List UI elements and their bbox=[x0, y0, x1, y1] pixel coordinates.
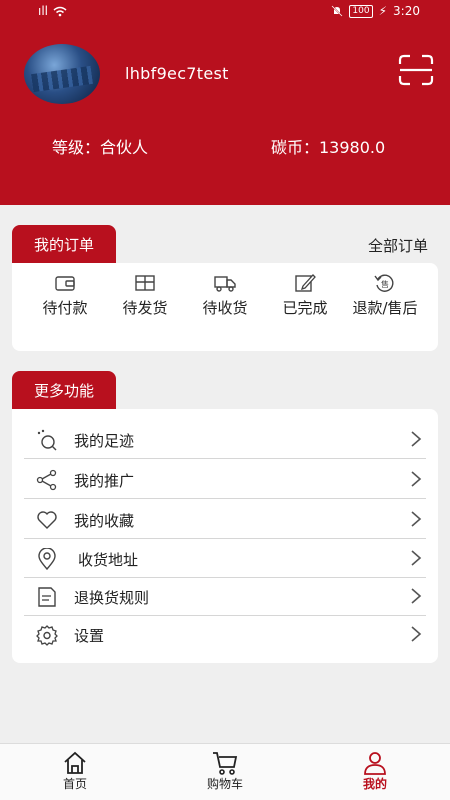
battery-icon: 100 bbox=[349, 4, 373, 18]
nav-label: 购物车 bbox=[206, 777, 243, 791]
package-icon bbox=[135, 275, 155, 291]
order-pending-receipt[interactable]: 待收货 bbox=[185, 273, 265, 319]
edit-icon bbox=[295, 274, 316, 292]
order-pending-payment[interactable]: 待付款 bbox=[25, 273, 105, 319]
signal-icon: ıll bbox=[38, 4, 49, 18]
bottom-nav: 首页 购物车 我的 bbox=[0, 743, 450, 800]
menu-promotion[interactable]: 我的推广 bbox=[24, 460, 426, 499]
nav-home[interactable]: 首页 bbox=[40, 750, 110, 792]
carbon-coins: 碳币：13980.0 bbox=[271, 138, 386, 157]
status-bar: ıll 100 ⚡ 3:20 bbox=[0, 0, 450, 24]
chevron-right-icon bbox=[411, 550, 422, 566]
order-refund[interactable]: 售 退款/售后 bbox=[345, 273, 425, 319]
charging-icon: ⚡ bbox=[378, 4, 388, 18]
truck-icon bbox=[214, 276, 236, 292]
avatar[interactable] bbox=[24, 44, 100, 104]
nav-mine[interactable]: 我的 bbox=[340, 750, 410, 792]
nav-cart[interactable]: 购物车 bbox=[190, 750, 260, 792]
all-orders-link[interactable]: 全部订单 bbox=[368, 235, 428, 256]
location-icon bbox=[38, 548, 56, 570]
profile-header: ıll 100 ⚡ 3:20 lhbf9ec7test 等级：合伙人 碳币：13… bbox=[0, 0, 450, 205]
menu-footprint[interactable]: 我的足迹 bbox=[24, 420, 426, 459]
menu-label: 我的推广 bbox=[74, 472, 135, 490]
chevron-right-icon bbox=[411, 626, 422, 642]
menu-return-rules[interactable]: 退换货规则 bbox=[24, 577, 426, 616]
order-label: 待付款 bbox=[42, 299, 88, 317]
menu-address[interactable]: 收货地址 bbox=[24, 539, 426, 578]
menu-label: 退换货规则 bbox=[74, 589, 150, 607]
home-icon bbox=[64, 751, 86, 774]
menu-label: 收货地址 bbox=[78, 551, 139, 569]
more-section-title: 更多功能 bbox=[12, 371, 117, 411]
order-label: 待发货 bbox=[122, 299, 168, 317]
mute-bell-icon bbox=[331, 5, 343, 17]
member-level: 等级：合伙人 bbox=[52, 138, 149, 157]
user-icon bbox=[364, 752, 386, 775]
share-icon bbox=[36, 469, 57, 491]
footprint-icon bbox=[37, 429, 57, 451]
svg-text:售: 售 bbox=[381, 279, 389, 289]
chevron-right-icon bbox=[411, 511, 422, 527]
order-pending-shipment[interactable]: 待发货 bbox=[105, 273, 185, 319]
menu-label: 设置 bbox=[74, 627, 105, 645]
chevron-right-icon bbox=[411, 588, 422, 604]
order-label: 退款/售后 bbox=[352, 299, 418, 317]
order-label: 已完成 bbox=[282, 299, 328, 317]
orders-card: 待付款 待发货 待收货 已完成 售 退款/售后 bbox=[12, 263, 438, 351]
heart-icon bbox=[37, 511, 57, 529]
nav-label: 首页 bbox=[62, 777, 87, 791]
scan-icon[interactable] bbox=[398, 54, 434, 86]
wallet-icon bbox=[55, 276, 75, 291]
orders-section-title: 我的订单 bbox=[12, 225, 117, 265]
refund-icon: 售 bbox=[374, 274, 394, 292]
gear-icon bbox=[36, 625, 58, 646]
order-completed[interactable]: 已完成 bbox=[265, 273, 345, 319]
menu-settings[interactable]: 设置 bbox=[24, 615, 426, 654]
menu-label: 我的收藏 bbox=[74, 512, 135, 530]
nav-label: 我的 bbox=[362, 777, 387, 791]
status-time: 3:20 bbox=[393, 4, 420, 18]
order-label: 待收货 bbox=[202, 299, 248, 317]
wifi-icon bbox=[53, 6, 67, 16]
chevron-right-icon bbox=[411, 471, 422, 487]
more-card: 我的足迹 我的推广 我的收藏 收货地址 退换货规则 设置 bbox=[12, 409, 438, 663]
document-icon bbox=[38, 587, 56, 607]
menu-favorites[interactable]: 我的收藏 bbox=[24, 500, 426, 539]
cart-icon bbox=[213, 752, 238, 775]
chevron-right-icon bbox=[411, 431, 422, 447]
menu-label: 我的足迹 bbox=[74, 432, 135, 450]
username: lhbf9ec7test bbox=[125, 64, 229, 83]
